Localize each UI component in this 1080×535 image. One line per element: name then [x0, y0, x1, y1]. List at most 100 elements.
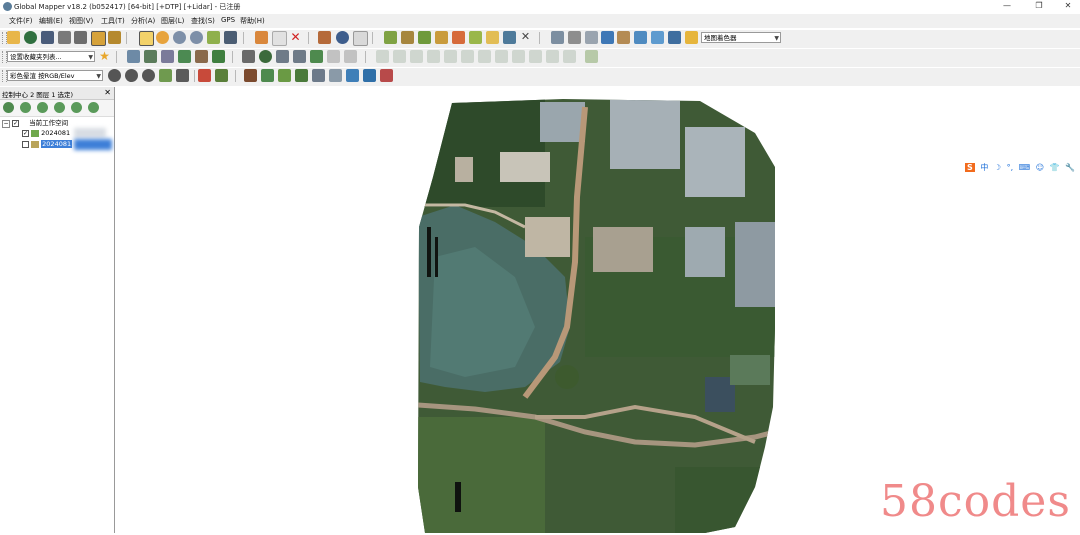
edit-3-icon[interactable] [293, 50, 306, 63]
favorites-select[interactable]: 设置收藏夹列表... ▼ [7, 51, 95, 62]
ime-punct-icon[interactable]: °, [1007, 163, 1014, 172]
terrain-7-icon[interactable] [486, 31, 499, 44]
layer-tool-4-icon[interactable] [54, 102, 65, 113]
close-button[interactable]: ✕ [1056, 0, 1080, 12]
find-icon[interactable] [353, 31, 368, 46]
ime-moon-icon[interactable]: ☽ [994, 163, 1001, 172]
ime-mode[interactable]: 中 [980, 162, 988, 173]
ruler-icon[interactable] [318, 31, 331, 44]
pan-hand-icon[interactable] [156, 31, 169, 44]
zoom-out-icon[interactable] [190, 31, 203, 44]
move-9-icon[interactable] [512, 50, 525, 63]
ime-emoji-icon[interactable]: ☺ [1036, 163, 1044, 172]
lidar-7-icon[interactable] [346, 69, 359, 82]
shader-select[interactable]: 地图着色器 ▼ [701, 32, 781, 43]
filter-icon[interactable] [198, 69, 211, 82]
edit-1-icon[interactable] [242, 50, 255, 63]
move-12-icon[interactable] [563, 50, 576, 63]
move-11-icon[interactable] [546, 50, 559, 63]
tool-f-icon[interactable] [651, 31, 664, 44]
lidar-6-icon[interactable] [329, 69, 342, 82]
digitize-3-icon[interactable] [161, 50, 174, 63]
layer-2-checkbox[interactable] [22, 140, 29, 148]
move-3-icon[interactable] [410, 50, 423, 63]
menu-search[interactable]: 查找(S) [191, 16, 215, 26]
menu-edit[interactable]: 编辑(E) [39, 16, 63, 26]
wrench-icon[interactable] [74, 31, 87, 44]
menu-help[interactable]: 帮助(H) [240, 16, 265, 26]
menu-file[interactable]: 文件(F) [9, 16, 33, 26]
move-1-icon[interactable] [376, 50, 389, 63]
move-6-icon[interactable] [461, 50, 474, 63]
move-5-icon[interactable] [444, 50, 457, 63]
shader-icon[interactable] [685, 31, 698, 44]
lidar-8-icon[interactable] [363, 69, 376, 82]
digitize-4-icon[interactable] [178, 50, 191, 63]
menu-view[interactable]: 视图(V) [69, 16, 93, 26]
zoom-in-icon[interactable] [173, 31, 186, 44]
terrain-1-icon[interactable] [384, 31, 397, 44]
ime-keyboard-icon[interactable]: ⌨ [1019, 163, 1031, 172]
ime-skin-icon[interactable]: 👕 [1050, 163, 1060, 172]
workspace-checkbox[interactable]: ✓ [12, 119, 20, 127]
new-page-icon[interactable] [272, 31, 287, 46]
layer-row[interactable]: 2024081 [22, 140, 73, 149]
collapse-icon[interactable]: − [2, 120, 10, 128]
ime-logo-icon[interactable]: S [965, 163, 975, 172]
tool-c-icon[interactable] [601, 31, 614, 44]
back-arrow-icon[interactable] [207, 31, 220, 44]
menu-gps[interactable]: GPS [221, 16, 235, 24]
terrain-4-icon[interactable] [435, 31, 448, 44]
gear-1-icon[interactable] [108, 69, 121, 82]
layer-tool-6-icon[interactable] [88, 102, 99, 113]
close-icon[interactable]: ✕ [104, 88, 111, 97]
digitize-1-icon[interactable] [127, 50, 140, 63]
tool-e-icon[interactable] [634, 31, 647, 44]
tool-a-icon[interactable] [568, 31, 581, 44]
lidar-5-icon[interactable] [312, 69, 325, 82]
select-tool-icon[interactable] [139, 31, 154, 46]
pencil-icon[interactable] [255, 31, 268, 44]
target-icon[interactable] [259, 50, 272, 63]
save-icon[interactable] [41, 31, 54, 44]
lidar-4-icon[interactable] [295, 69, 308, 82]
maximize-button[interactable]: ❐ [1027, 0, 1051, 12]
lidar-3-icon[interactable] [278, 69, 291, 82]
control-center-icon[interactable] [91, 31, 106, 46]
ime-settings-icon[interactable]: 🔧 [1065, 163, 1075, 172]
workspace-node[interactable]: − ✓ 当前工作空间 [2, 119, 68, 128]
terrain-8-icon[interactable] [503, 31, 516, 44]
menu-analysis[interactable]: 分析(A) [131, 16, 155, 26]
move-13-icon[interactable] [585, 50, 598, 63]
layer-1-checkbox[interactable]: ✓ [22, 129, 29, 137]
terrain-6-icon[interactable] [469, 31, 482, 44]
digitize-2-icon[interactable] [144, 50, 157, 63]
menu-layer[interactable]: 图层(L) [161, 16, 184, 26]
open-folder-icon[interactable] [7, 31, 20, 44]
star-icon[interactable]: ★ [98, 50, 111, 63]
overview-icon[interactable] [108, 31, 121, 44]
info-icon[interactable] [336, 31, 349, 44]
edit-4-icon[interactable] [310, 50, 323, 63]
grid-icon[interactable] [551, 31, 564, 44]
print-icon[interactable] [58, 31, 71, 44]
lidar-9-icon[interactable] [380, 69, 393, 82]
terrain-2-icon[interactable] [401, 31, 414, 44]
digitize-6-icon[interactable] [212, 50, 225, 63]
gear-3-icon[interactable] [142, 69, 155, 82]
lidar-2-icon[interactable] [261, 69, 274, 82]
edit-2-icon[interactable] [276, 50, 289, 63]
ime-toolbar[interactable]: S 中 ☽ °, ⌨ ☺ 👕 🔧 [965, 162, 1078, 176]
terrain-3-icon[interactable] [418, 31, 431, 44]
move-10-icon[interactable] [529, 50, 542, 63]
move-2-icon[interactable] [393, 50, 406, 63]
move-4-icon[interactable] [427, 50, 440, 63]
lidar-1-icon[interactable] [244, 69, 257, 82]
globe-icon[interactable] [24, 31, 37, 44]
layer-tool-5-icon[interactable] [71, 102, 82, 113]
edit-raster-icon[interactable] [215, 69, 228, 82]
raster-icon[interactable] [159, 69, 172, 82]
move-8-icon[interactable] [495, 50, 508, 63]
menu-tools[interactable]: 工具(T) [101, 16, 125, 26]
tool-b-icon[interactable] [585, 31, 598, 44]
